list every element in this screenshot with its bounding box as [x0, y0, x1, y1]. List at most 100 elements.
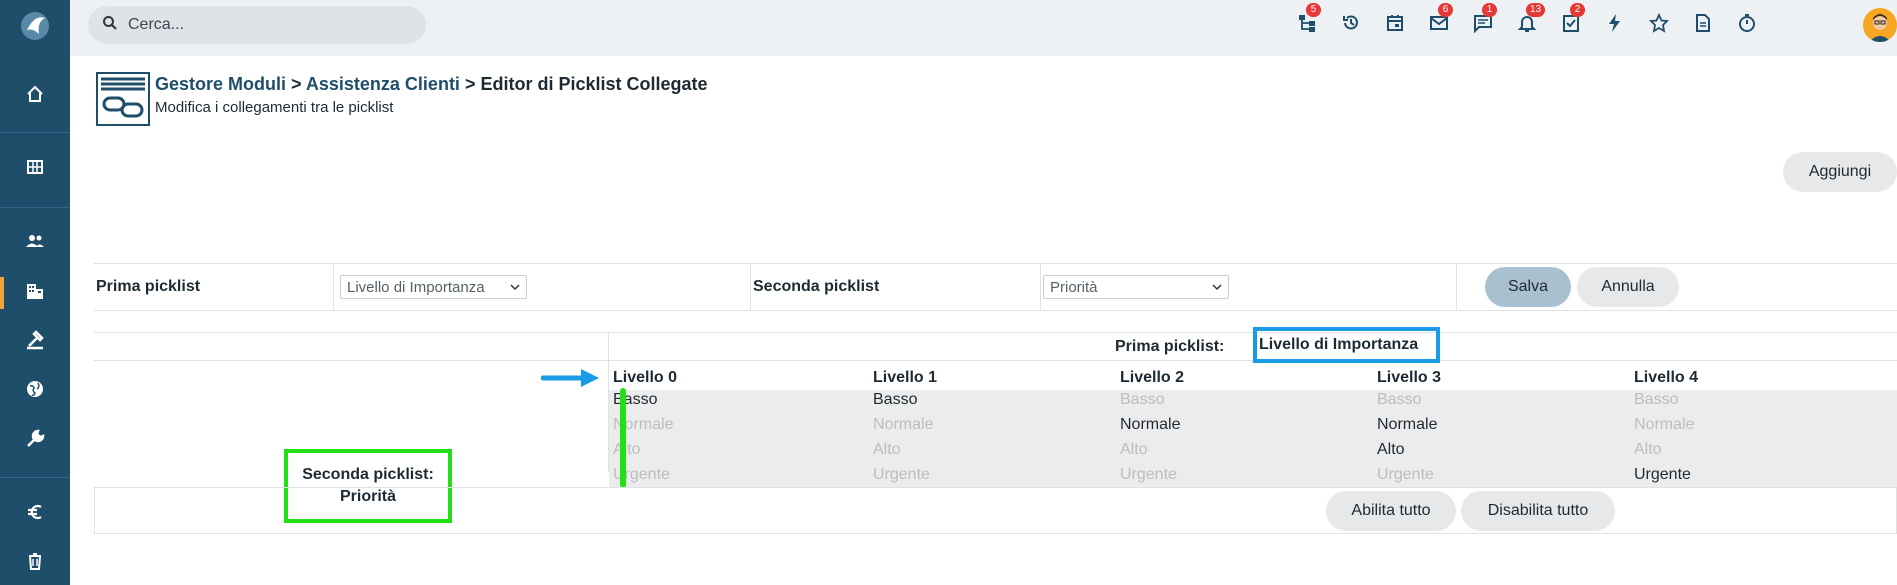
star-button[interactable] [1644, 10, 1674, 40]
breadcrumb-separator: > [291, 74, 302, 94]
contacts-icon [25, 231, 45, 256]
matrix-footer-row: Abilita tutto Disabilita tutto [94, 487, 1897, 534]
document-icon [1693, 13, 1713, 38]
calendar-icon [1385, 13, 1405, 38]
hammer-icon [25, 329, 45, 355]
highlight-bar [620, 388, 626, 488]
sidebar-item-apps[interactable] [0, 149, 70, 189]
first-picklist-select[interactable]: Livello di Importanza [340, 275, 527, 299]
level-column-header: Livello 4 [1634, 369, 1699, 386]
user-avatar[interactable] [1863, 8, 1897, 42]
first-picklist-header-value: Livello di Importanza [1253, 327, 1440, 363]
timer-button[interactable] [1732, 10, 1762, 40]
wrench-icon [25, 429, 45, 454]
bell-button[interactable]: 13 [1512, 3, 1546, 40]
page-subtitle: Modifica i collegamenti tra le picklist [155, 99, 394, 116]
lightning-button[interactable] [1600, 10, 1630, 40]
sidebar-item-billing[interactable] [0, 494, 70, 534]
chevron-down-icon [510, 279, 520, 296]
calendar-button[interactable] [1380, 10, 1410, 40]
arrow-right-icon [540, 367, 601, 389]
grid-icon [25, 157, 45, 182]
history-button[interactable] [1336, 10, 1366, 40]
top-bar: Cerca... 5 6 1 13 2 [70, 0, 1897, 56]
first-picklist-header-label: Prima picklist: [1115, 338, 1225, 355]
module-icon [96, 72, 150, 126]
chat-button[interactable]: 1 [1468, 3, 1498, 40]
first-picklist-label: Prima picklist [96, 278, 201, 295]
sidebar-item-companies[interactable] [0, 273, 70, 313]
second-picklist-value: Priorità [1050, 278, 1098, 296]
trash-icon [25, 551, 45, 576]
notification-badge: 5 [1306, 3, 1321, 17]
notification-badge: 2 [1570, 3, 1585, 17]
level-column-header: Livello 2 [1120, 369, 1185, 386]
picklist-option-toggle[interactable]: Basso [1120, 391, 1164, 409]
search-icon [102, 15, 118, 36]
sidebar-item-settings[interactable] [0, 421, 70, 461]
breadcrumb-module-link[interactable]: Assistenza Clienti [306, 74, 460, 94]
notification-badge: 13 [1526, 3, 1546, 17]
picklist-option-toggle[interactable]: Urgente [1377, 466, 1434, 484]
lightning-icon [1605, 13, 1625, 38]
options-area [609, 390, 1897, 488]
first-picklist-value: Livello di Importanza [347, 278, 485, 296]
mail-button[interactable]: 6 [1424, 3, 1454, 40]
page-title: Editor di Picklist Collegate [480, 74, 708, 94]
breadcrumb-separator: > [464, 74, 476, 94]
breadcrumb: Gestore Moduli > Assistenza Clienti > Ed… [155, 74, 708, 95]
document-button[interactable] [1688, 10, 1718, 40]
picklist-option-toggle[interactable]: Basso [1634, 391, 1678, 409]
second-picklist-title: Seconda picklist: [302, 466, 434, 483]
picklist-option-toggle[interactable]: Normale [1120, 416, 1180, 434]
picklist-option-toggle[interactable]: Basso [873, 391, 917, 409]
task-check-button[interactable]: 2 [1556, 3, 1586, 40]
sidebar-item-web[interactable] [0, 371, 70, 411]
second-picklist-select[interactable]: Priorità [1043, 275, 1229, 299]
sidebar [0, 0, 70, 585]
globe-icon [25, 379, 45, 404]
breadcrumb-modules-link[interactable]: Gestore Moduli [155, 74, 286, 94]
picklist-option-toggle[interactable]: Alto [1634, 441, 1662, 459]
sidebar-item-contacts[interactable] [0, 223, 70, 263]
sidebar-item-home[interactable] [0, 76, 70, 116]
level-column-header: Livello 0 [613, 369, 678, 386]
picklist-option-toggle[interactable]: Alto [873, 441, 901, 459]
sidebar-item-tools[interactable] [0, 322, 70, 362]
main-content: Gestore Moduli > Assistenza Clienti > Ed… [70, 56, 1897, 585]
picklist-option-toggle[interactable]: Normale [1377, 416, 1437, 434]
search-input[interactable]: Cerca... [88, 6, 426, 44]
notification-badge: 6 [1438, 3, 1453, 17]
picklist-option-toggle[interactable]: Normale [873, 416, 933, 434]
save-button[interactable]: Salva [1485, 267, 1571, 307]
building-icon [25, 281, 45, 306]
picklist-option-toggle[interactable]: Alto [1377, 441, 1405, 459]
enable-all-button[interactable]: Abilita tutto [1326, 491, 1456, 531]
chevron-down-icon [1212, 279, 1222, 296]
level-column-header: Livello 3 [1377, 369, 1442, 386]
picklist-option-toggle[interactable]: Alto [613, 441, 641, 459]
level-column-header: Livello 1 [873, 369, 938, 386]
notification-badge: 1 [1482, 3, 1497, 17]
matrix-header-row: Prima picklist: [94, 332, 1897, 361]
star-icon [1649, 12, 1669, 38]
home-icon [25, 84, 45, 109]
timer-icon [1737, 13, 1757, 38]
sidebar-item-trash[interactable] [0, 543, 70, 583]
euro-icon [25, 502, 45, 527]
picklist-option-toggle[interactable]: Alto [1120, 441, 1148, 459]
disable-all-button[interactable]: Disabilita tutto [1461, 491, 1615, 531]
picklist-option-toggle[interactable]: Urgente [1634, 466, 1691, 484]
add-button[interactable]: Aggiungi [1783, 152, 1897, 192]
cancel-button[interactable]: Annulla [1577, 267, 1679, 307]
picklist-option-toggle[interactable]: Basso [1377, 391, 1421, 409]
second-picklist-label: Seconda picklist [753, 278, 880, 295]
picklist-option-toggle[interactable]: Urgente [1120, 466, 1177, 484]
hierarchy-button[interactable]: 5 [1292, 3, 1322, 40]
picklist-option-toggle[interactable]: Urgente [873, 466, 930, 484]
history-icon [1341, 13, 1361, 38]
picklist-option-toggle[interactable]: Normale [1634, 416, 1694, 434]
app-logo-icon[interactable] [19, 10, 51, 42]
picklist-selector-row: Prima picklist Livello di Importanza Sec… [94, 263, 1897, 311]
search-placeholder: Cerca... [128, 16, 185, 33]
